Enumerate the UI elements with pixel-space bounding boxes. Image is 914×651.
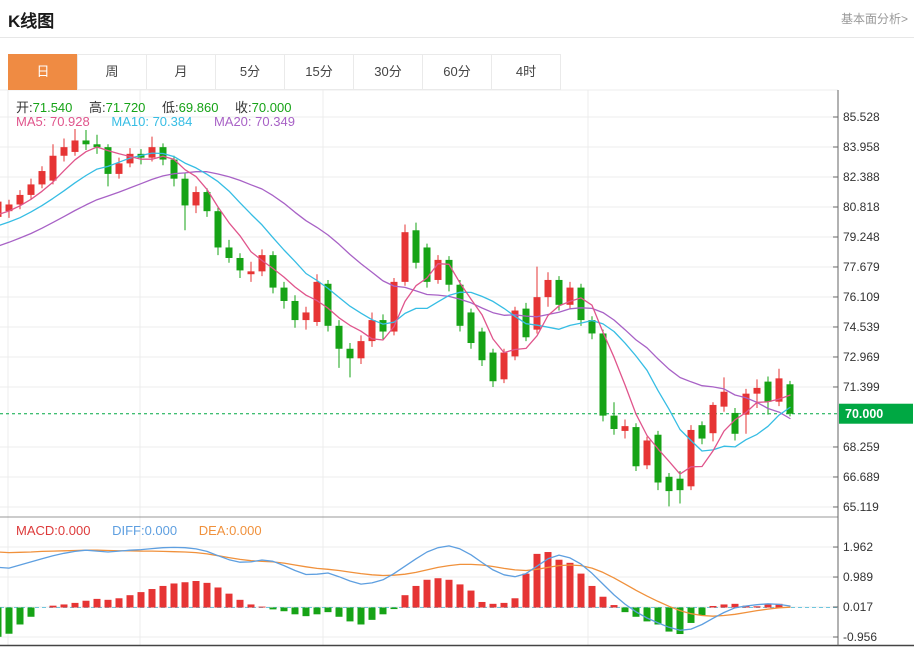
tab-4hour[interactable]: 4时 bbox=[491, 54, 561, 90]
tab-month[interactable]: 月 bbox=[146, 54, 216, 90]
svg-text:70.000: 70.000 bbox=[845, 407, 883, 421]
ma5-legend: MA5: 70.928 bbox=[16, 114, 90, 129]
macd-legend: MACD:0.000 DIFF:0.000 DEA:0.000 bbox=[16, 523, 280, 538]
diff-value-legend: DIFF:0.000 bbox=[112, 523, 177, 538]
close-label: 收: bbox=[235, 100, 252, 115]
axis-layer: 85.528 83.958 82.388 80.818 79.248 77.679 76.1… bbox=[0, 90, 914, 646]
tab-day[interactable]: 日 bbox=[8, 54, 78, 90]
tab-5min[interactable]: 5分 bbox=[215, 54, 285, 90]
svg-text:82.388: 82.388 bbox=[843, 170, 880, 184]
current-price-badge: 70.000 bbox=[839, 404, 913, 424]
ma10-legend: MA10: 70.384 bbox=[111, 114, 192, 129]
svg-text:68.259: 68.259 bbox=[843, 440, 880, 454]
svg-text:76.109: 76.109 bbox=[843, 290, 880, 304]
close-value: 70.000 bbox=[252, 100, 292, 115]
candles-layer bbox=[0, 129, 794, 506]
tab-week[interactable]: 周 bbox=[77, 54, 147, 90]
macd-histogram bbox=[0, 552, 783, 637]
svg-text:71.399: 71.399 bbox=[843, 380, 880, 394]
tab-30min[interactable]: 30分 bbox=[353, 54, 423, 90]
svg-text:80.818: 80.818 bbox=[843, 200, 880, 214]
ma-legend: MA5: 70.928 MA10: 70.384 MA20: 70.349 bbox=[16, 114, 313, 129]
kline-page: { "header": { "title": "K线图", "analysis_… bbox=[0, 0, 914, 651]
svg-text:65.119: 65.119 bbox=[843, 500, 879, 514]
high-value: 71.720 bbox=[106, 100, 146, 115]
open-value: 71.540 bbox=[33, 100, 73, 115]
svg-text:1.962: 1.962 bbox=[843, 540, 873, 554]
svg-text:-0.956: -0.956 bbox=[843, 630, 877, 644]
tab-60min[interactable]: 60分 bbox=[422, 54, 492, 90]
low-value: 69.860 bbox=[179, 100, 219, 115]
grid-layer bbox=[0, 90, 838, 646]
dea-value-legend: DEA:0.000 bbox=[199, 523, 262, 538]
svg-text:0.989: 0.989 bbox=[843, 570, 873, 584]
svg-text:79.248: 79.248 bbox=[843, 230, 880, 244]
ma20-legend: MA20: 70.349 bbox=[214, 114, 295, 129]
svg-text:85.528: 85.528 bbox=[843, 110, 880, 124]
svg-text:72.969: 72.969 bbox=[843, 350, 880, 364]
svg-text:0.017: 0.017 bbox=[843, 600, 873, 614]
svg-text:66.689: 66.689 bbox=[843, 470, 880, 484]
low-label: 低: bbox=[162, 100, 179, 115]
svg-text:74.539: 74.539 bbox=[843, 320, 880, 334]
macd-value-legend: MACD:0.000 bbox=[16, 523, 90, 538]
svg-text:83.958: 83.958 bbox=[843, 140, 880, 154]
timeframe-tabs: 日周月5分15分30分60分4时 bbox=[8, 54, 561, 90]
tab-15min[interactable]: 15分 bbox=[284, 54, 354, 90]
svg-text:77.679: 77.679 bbox=[843, 260, 880, 274]
reference-lines bbox=[0, 414, 838, 608]
open-label: 开: bbox=[16, 100, 33, 115]
high-label: 高: bbox=[89, 100, 106, 115]
